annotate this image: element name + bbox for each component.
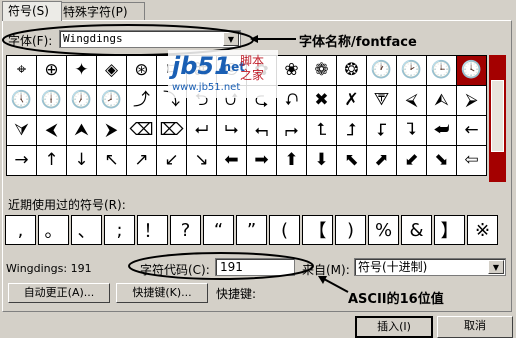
shortcut-key-label: 快捷键: <box>216 287 257 301</box>
symbol-cell[interactable]: ⬊ <box>427 146 457 176</box>
symbol-cell[interactable]: ⮙ <box>427 86 457 116</box>
charcode-highlight-ellipse <box>128 252 314 280</box>
symbol-cell[interactable]: ✖ <box>307 86 337 116</box>
recent-symbol-cell[interactable]: 】 <box>434 215 465 245</box>
symbol-cell[interactable]: ⮧ <box>397 116 427 146</box>
symbol-cell[interactable]: ⮠ <box>187 116 217 146</box>
recent-symbol-cell[interactable]: , <box>5 215 36 245</box>
vertical-scrollbar[interactable] <box>489 55 506 182</box>
symbol-cell[interactable]: ❀ <box>277 56 307 86</box>
insert-button[interactable]: 插入(I) <box>355 316 433 338</box>
recent-symbols-label: 近期使用过的符号(R): <box>8 198 126 212</box>
tab-symbols[interactable]: 符号(S) <box>2 1 62 21</box>
symbol-cell[interactable]: 🕗 <box>97 86 127 116</box>
symbol-cell[interactable]: ⌫ <box>127 116 157 146</box>
symbol-cell[interactable]: ⬆ <box>277 146 307 176</box>
symbol-cell[interactable]: ⤴ <box>127 86 157 116</box>
symbol-cell[interactable]: ✗ <box>337 86 367 116</box>
symbol-cell[interactable]: 🕖 <box>67 86 97 116</box>
symbol-cell[interactable]: ⮘ <box>397 86 427 116</box>
symbol-cell[interactable]: 🕓 <box>457 56 487 86</box>
recent-symbol-cell[interactable]: 【 <box>302 215 333 245</box>
recent-symbol-cell[interactable]: & <box>401 215 432 245</box>
recent-symbol-cell[interactable]: ? <box>170 215 201 245</box>
symbol-cell[interactable]: ⌖ <box>7 56 37 86</box>
symbol-cell[interactable]: ⬇ <box>307 146 337 176</box>
symbol-cell[interactable]: 🕒 <box>427 56 457 86</box>
symbol-cell[interactable]: ⮢ <box>247 116 277 146</box>
ascii-annotation: ASCII的16位值 <box>348 292 444 307</box>
symbol-cell[interactable]: ↘ <box>187 146 217 176</box>
symbol-cell[interactable]: ⮜ <box>37 116 67 146</box>
from-select[interactable]: 符号(十进制) ▼ <box>354 258 506 276</box>
symbol-cell[interactable]: ⬋ <box>397 146 427 176</box>
symbol-cell[interactable]: ⊕ <box>37 56 67 86</box>
symbol-cell[interactable]: ❂ <box>337 56 367 86</box>
tab-special-characters[interactable]: 特殊字符(P) <box>57 2 145 21</box>
symbol-cell[interactable]: ⮤ <box>307 116 337 146</box>
recent-symbol-cell[interactable]: 、 <box>71 215 102 245</box>
symbol-cell[interactable]: ⇦ <box>457 146 487 176</box>
symbol-cell[interactable]: ← <box>457 116 487 146</box>
selected-font-info: Wingdings: 191 <box>6 262 92 275</box>
symbol-cell[interactable]: ⮣ <box>277 116 307 146</box>
annotation-arrow <box>250 35 296 43</box>
symbol-cell[interactable]: ❁ <box>307 56 337 86</box>
symbol-cell[interactable]: ⮝ <box>67 116 97 146</box>
symbol-cell[interactable]: ⮨ <box>427 116 457 146</box>
recent-symbol-cell[interactable]: ( <box>269 215 300 245</box>
symbol-cell[interactable]: ⮞ <box>97 116 127 146</box>
recent-symbol-cell[interactable]: “ <box>203 215 234 245</box>
recent-symbol-cell[interactable]: ; <box>104 215 135 245</box>
symbol-cell[interactable]: ⬉ <box>337 146 367 176</box>
symbol-cell[interactable]: ⮦ <box>367 116 397 146</box>
autocorrect-button[interactable]: 自动更正(A)... <box>8 283 110 303</box>
symbol-cell[interactable]: ↑ <box>37 146 67 176</box>
symbol-cell[interactable]: ↖ <box>97 146 127 176</box>
symbol-cell[interactable]: ↓ <box>67 146 97 176</box>
symbol-cell[interactable]: ↗ <box>127 146 157 176</box>
symbol-cell[interactable]: ✦ <box>67 56 97 86</box>
symbol-cell[interactable]: 🕐 <box>367 56 397 86</box>
scrollbar-thumb[interactable] <box>491 80 504 152</box>
watermark-logo: jb51 .net 脚本 之家 www.jb51.net <box>168 50 278 98</box>
symbol-cell[interactable]: ⮡ <box>217 116 247 146</box>
symbol-cell[interactable]: → <box>7 146 37 176</box>
recent-symbol-cell[interactable]: % <box>368 215 399 245</box>
symbol-cell[interactable]: ➡ <box>247 146 277 176</box>
symbol-cell[interactable]: ⮛ <box>7 116 37 146</box>
symbol-cell[interactable]: ⬈ <box>367 146 397 176</box>
symbol-cell[interactable]: ⬅ <box>217 146 247 176</box>
recent-symbol-cell[interactable]: ※ <box>467 215 498 245</box>
symbol-cell[interactable]: ⮥ <box>337 116 367 146</box>
symbol-cell[interactable]: ↙ <box>157 146 187 176</box>
symbol-cell[interactable]: ◈ <box>97 56 127 86</box>
symbol-cell[interactable]: 🕑 <box>397 56 427 86</box>
watermark-url: www.jb51.net <box>172 82 241 93</box>
annotation-arrow <box>318 276 349 293</box>
symbol-cell[interactable]: ⮚ <box>457 86 487 116</box>
symbol-cell[interactable]: ⮗ <box>367 86 397 116</box>
chevron-down-icon[interactable]: ▼ <box>488 260 504 274</box>
symbol-cell[interactable]: ⊛ <box>127 56 157 86</box>
cancel-button[interactable]: 取消 <box>437 316 513 338</box>
shortcut-key-button[interactable]: 快捷键(K)... <box>116 283 208 303</box>
from-select-value: 符号(十进制) <box>358 260 428 274</box>
symbol-cell[interactable]: ⮏ <box>277 86 307 116</box>
recent-symbol-cell[interactable]: ” <box>236 215 267 245</box>
recent-symbol-cell[interactable]: 。 <box>38 215 69 245</box>
symbol-cell[interactable]: ⌦ <box>157 116 187 146</box>
symbol-cell[interactable]: 🕔 <box>7 86 37 116</box>
fontface-annotation: 字体名称/fontface <box>299 35 417 50</box>
symbol-cell[interactable]: 🕕 <box>37 86 67 116</box>
recent-symbol-cell[interactable]: ！ <box>137 215 168 245</box>
recent-symbol-cell[interactable]: ) <box>335 215 366 245</box>
watermark-text-b: 之家 <box>240 68 265 82</box>
